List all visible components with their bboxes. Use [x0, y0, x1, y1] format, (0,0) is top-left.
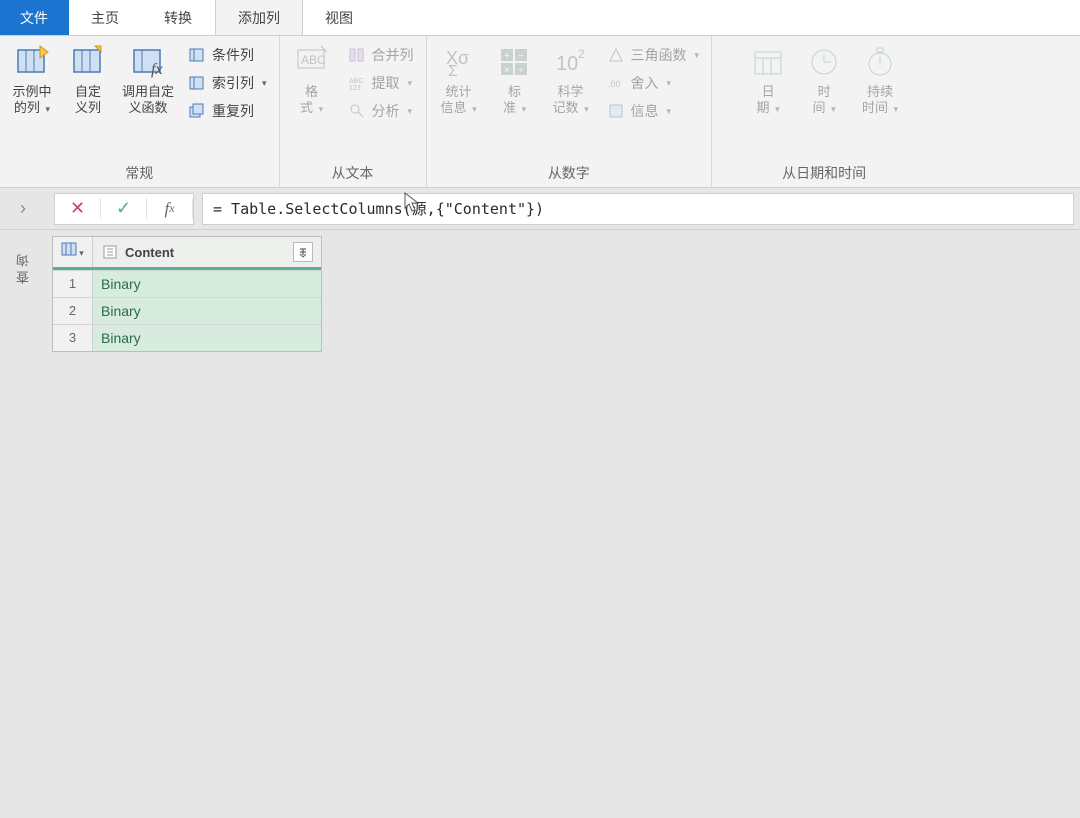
svg-text:10: 10 — [556, 53, 578, 75]
duplicate-column-button[interactable]: 重复列 — [182, 98, 273, 124]
group-label-number: 从数字 — [433, 159, 706, 185]
binary-type-icon — [101, 243, 119, 261]
duration-button: 持续 时间 ▾ — [854, 40, 906, 117]
svg-text:123: 123 — [349, 85, 361, 91]
svg-text:ABC: ABC — [349, 78, 363, 85]
merge-columns-icon — [348, 46, 366, 64]
column-header-content[interactable]: Content — [93, 237, 321, 267]
expand-queries-handle[interactable]: › — [0, 198, 46, 219]
tab-file[interactable]: 文件 — [0, 0, 69, 35]
svg-text:ABC: ABC — [301, 53, 326, 67]
fx-icon[interactable]: fx — [147, 199, 193, 219]
tab-strip: 文件 主页 转换 添加列 视图 — [0, 0, 1080, 36]
column-from-examples-icon — [15, 44, 49, 78]
ribbon: 示例中 的列 ▾ 自定 义列 fx 调用自定 义函数 条件列 — [0, 36, 1080, 188]
group-label-datetime: 从日期和时间 — [742, 159, 906, 185]
triangle-icon — [607, 46, 625, 64]
cell-content[interactable]: Binary — [93, 271, 321, 297]
group-label-text: 从文本 — [286, 159, 420, 185]
cell-content[interactable]: Binary — [93, 298, 321, 324]
row-number: 3 — [53, 325, 93, 351]
parse-button: 分析▾ — [342, 98, 420, 124]
merge-columns-button: 合并列 — [342, 42, 420, 68]
statistics-button: XσΣ 统计 信息 ▾ — [433, 40, 485, 117]
formula-bar: › ✕ ✓ fx — [0, 188, 1080, 230]
accept-formula-button[interactable]: ✓ — [101, 198, 147, 219]
clock-icon — [807, 44, 841, 78]
svg-text:÷: ÷ — [518, 65, 524, 76]
invoke-custom-function-button[interactable]: fx 调用自定 义函数 — [118, 40, 178, 116]
custom-column-icon — [71, 44, 105, 78]
stopwatch-icon — [863, 44, 897, 78]
cell-content[interactable]: Binary — [93, 325, 321, 351]
tab-transform[interactable]: 转换 — [142, 0, 215, 35]
custom-column-button[interactable]: 自定 义列 — [62, 40, 114, 116]
parse-icon — [348, 102, 366, 120]
scientific-button: 102 科学 记数 ▾ — [545, 40, 597, 117]
invoke-function-icon: fx — [131, 44, 165, 78]
table-row[interactable]: 3 Binary — [53, 324, 321, 351]
svg-text:×: × — [504, 65, 510, 76]
conditional-column-button[interactable]: 条件列 — [182, 42, 273, 68]
information-button: 信息▾ — [601, 98, 706, 124]
svg-text:fx: fx — [151, 61, 163, 78]
format-icon: ABC — [295, 44, 329, 78]
queries-pane-label[interactable]: 查询 — [14, 250, 33, 284]
duplicate-column-icon — [188, 102, 206, 120]
column-expand-button[interactable] — [293, 242, 313, 262]
content-area: 查询 ▾ Content — [0, 230, 1080, 818]
svg-text:.00: .00 — [608, 79, 621, 89]
grid-header-row: ▾ Content — [53, 237, 321, 270]
standard-button: +−×÷ 标 准 ▾ — [489, 40, 541, 117]
ribbon-group-text: ABC 格 式 ▾ 合并列 ABC123 提取▾ — [280, 36, 427, 187]
ribbon-group-general: 示例中 的列 ▾ 自定 义列 fx 调用自定 义函数 条件列 — [0, 36, 280, 187]
svg-text:2: 2 — [578, 47, 585, 61]
ribbon-group-datetime: 日 期 ▾ 时 间 ▾ 持续 时间 ▾ 从日期和时间 — [712, 36, 936, 187]
formula-controls: ✕ ✓ fx — [54, 193, 194, 225]
extract-icon: ABC123 — [348, 74, 366, 92]
standard-icon: +−× ÷ — [498, 44, 532, 78]
rounding-icon: .00 — [607, 74, 625, 92]
scientific-icon: 102 — [554, 44, 588, 78]
group-label-general: 常规 — [6, 159, 273, 185]
tab-view[interactable]: 视图 — [303, 0, 376, 35]
select-all-corner[interactable]: ▾ — [53, 237, 93, 267]
rounding-button: .00 舍入▾ — [601, 70, 706, 96]
date-button: 日 期 ▾ — [742, 40, 794, 117]
data-grid: ▾ Content 1 Binary — [52, 236, 322, 352]
table-row[interactable]: 1 Binary — [53, 270, 321, 297]
table-row[interactable]: 2 Binary — [53, 297, 321, 324]
svg-text:−: − — [518, 51, 524, 62]
column-from-examples-button[interactable]: 示例中 的列 ▾ — [6, 40, 58, 117]
extract-button: ABC123 提取▾ — [342, 70, 420, 96]
cancel-formula-button[interactable]: ✕ — [55, 198, 101, 219]
svg-text:Xσ: Xσ — [446, 48, 469, 68]
conditional-column-icon — [188, 46, 206, 64]
calendar-icon — [751, 44, 785, 78]
index-column-icon — [188, 74, 206, 92]
svg-text:+: + — [504, 51, 510, 62]
tab-home[interactable]: 主页 — [69, 0, 142, 35]
time-button: 时 间 ▾ — [798, 40, 850, 117]
index-column-button[interactable]: 索引列▾ — [182, 70, 273, 96]
row-number: 2 — [53, 298, 93, 324]
format-button: ABC 格 式 ▾ — [286, 40, 338, 117]
row-number: 1 — [53, 271, 93, 297]
svg-text:Σ: Σ — [448, 63, 458, 76]
side-gutter: 查询 — [0, 230, 46, 818]
formula-input[interactable] — [202, 193, 1074, 225]
information-icon — [607, 102, 625, 120]
ribbon-group-number: XσΣ 统计 信息 ▾ +−×÷ 标 准 ▾ 102 科学 记数 ▾ — [427, 36, 713, 187]
statistics-icon: XσΣ — [442, 44, 476, 78]
trigonometry-button: 三角函数▾ — [601, 42, 706, 68]
tab-add-column[interactable]: 添加列 — [215, 0, 303, 35]
